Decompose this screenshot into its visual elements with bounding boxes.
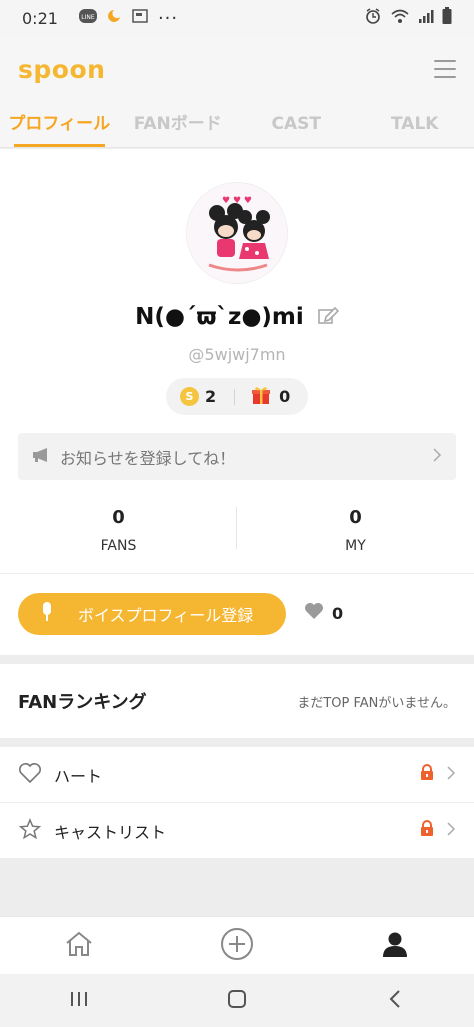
line-notification-icon: LINE — [78, 8, 97, 28]
tab-cast[interactable]: CAST — [237, 102, 356, 147]
voice-profile-button[interactable]: ボイスプロフィール登録 — [18, 593, 286, 635]
alarm-icon — [364, 7, 382, 29]
profile-tabs: プロフィール FANボード CAST TALK — [0, 102, 474, 148]
lock-icon — [420, 764, 434, 785]
fan-ranking-title: FANランキング — [18, 692, 147, 713]
my-stat[interactable]: 0 MY — [237, 501, 474, 571]
home-square-icon — [227, 989, 247, 1013]
profile-handle: @5wjwj7mn — [188, 345, 286, 364]
signal-icon — [418, 8, 434, 28]
coin-count: 2 — [205, 387, 217, 406]
fans-stat[interactable]: 0 FANS — [0, 501, 237, 571]
megaphone-icon — [32, 447, 50, 467]
cast-list-label: キャストリスト — [54, 822, 167, 842]
home-button[interactable] — [158, 974, 316, 1027]
back-button[interactable] — [316, 974, 474, 1027]
follow-stats: 0 FANS 0 MY — [0, 501, 474, 571]
profile-name: N(●´ϖ`z●)mi — [135, 304, 304, 330]
fan-ranking-section: FANランキング まだTOP FANがいません。 — [0, 664, 474, 738]
wifi-icon — [390, 8, 410, 28]
status-time: 0:21 — [22, 8, 58, 28]
tab-fan-board[interactable]: FANボード — [119, 102, 238, 147]
gift-count: 0 — [279, 387, 291, 406]
voice-likes-count: 0 — [332, 603, 344, 623]
nav-create[interactable] — [158, 917, 316, 974]
wallet-divider — [234, 388, 236, 405]
nav-home[interactable] — [0, 917, 158, 974]
edit-icon[interactable] — [317, 305, 339, 329]
my-count: 0 — [349, 507, 362, 528]
cast-list-row[interactable]: キャストリスト — [0, 803, 474, 858]
wallet-badge[interactable]: S 2 0 — [166, 378, 308, 415]
voice-profile-label: ボイスプロフィール登録 — [78, 606, 254, 625]
recent-apps-button[interactable] — [0, 974, 158, 1027]
chevron-right-icon — [432, 447, 442, 467]
profile-name-row: N(●´ϖ`z●)mi — [0, 304, 474, 330]
svg-text:♥ ♥ ♥: ♥ ♥ ♥ — [222, 196, 252, 206]
avatar[interactable]: ♥ ♥ ♥ — [186, 182, 288, 284]
gift-icon — [251, 385, 271, 409]
more-notifications: ··· — [157, 7, 179, 29]
image-notification-icon — [131, 8, 149, 28]
fans-count: 0 — [112, 507, 125, 528]
chevron-right-icon — [446, 765, 456, 785]
heart-icon — [304, 602, 324, 624]
chevron-right-icon — [446, 821, 456, 841]
heart-list-row[interactable]: ハート — [0, 747, 474, 802]
app-header: spoon — [0, 36, 474, 102]
notice-bar[interactable]: お知らせを登録してね！ — [18, 433, 456, 480]
my-label: MY — [345, 538, 366, 554]
microphone-icon — [40, 601, 54, 627]
star-outline-icon — [18, 817, 42, 844]
section-divider — [0, 573, 474, 574]
back-chevron-icon — [388, 989, 402, 1013]
tab-profile[interactable]: プロフィール — [0, 102, 119, 147]
profile-icon — [381, 930, 409, 962]
spoon-notification-icon — [106, 8, 122, 28]
spoon-coin-icon: S — [180, 387, 199, 406]
nav-profile[interactable] — [316, 917, 474, 974]
fans-label: FANS — [100, 538, 137, 554]
voice-likes[interactable]: 0 — [304, 602, 343, 624]
spoon-logo[interactable]: spoon — [18, 55, 105, 84]
svg-text:LINE: LINE — [81, 14, 95, 21]
heart-list-label: ハート — [54, 766, 103, 786]
add-circle-icon — [220, 927, 254, 965]
heart-outline-icon — [18, 762, 42, 788]
recent-apps-icon — [69, 990, 89, 1012]
bottom-nav — [0, 916, 474, 974]
stats-divider — [236, 507, 237, 549]
fan-ranking-empty: まだTOP FANがいません。 — [297, 695, 456, 711]
status-bar: 0:21 LINE ··· — [0, 0, 474, 36]
menu-button[interactable] — [434, 60, 456, 78]
tab-talk[interactable]: TALK — [356, 102, 474, 147]
notice-text: お知らせを登録してね！ — [60, 448, 236, 468]
profile-section: ♥ ♥ ♥ N(●´ϖ`z●)mi @5wjwj7mn S 2 0 お知らせを登… — [0, 149, 474, 655]
system-nav-bar — [0, 974, 474, 1027]
home-icon — [64, 930, 94, 962]
battery-icon — [442, 7, 452, 29]
lock-icon — [420, 820, 434, 841]
